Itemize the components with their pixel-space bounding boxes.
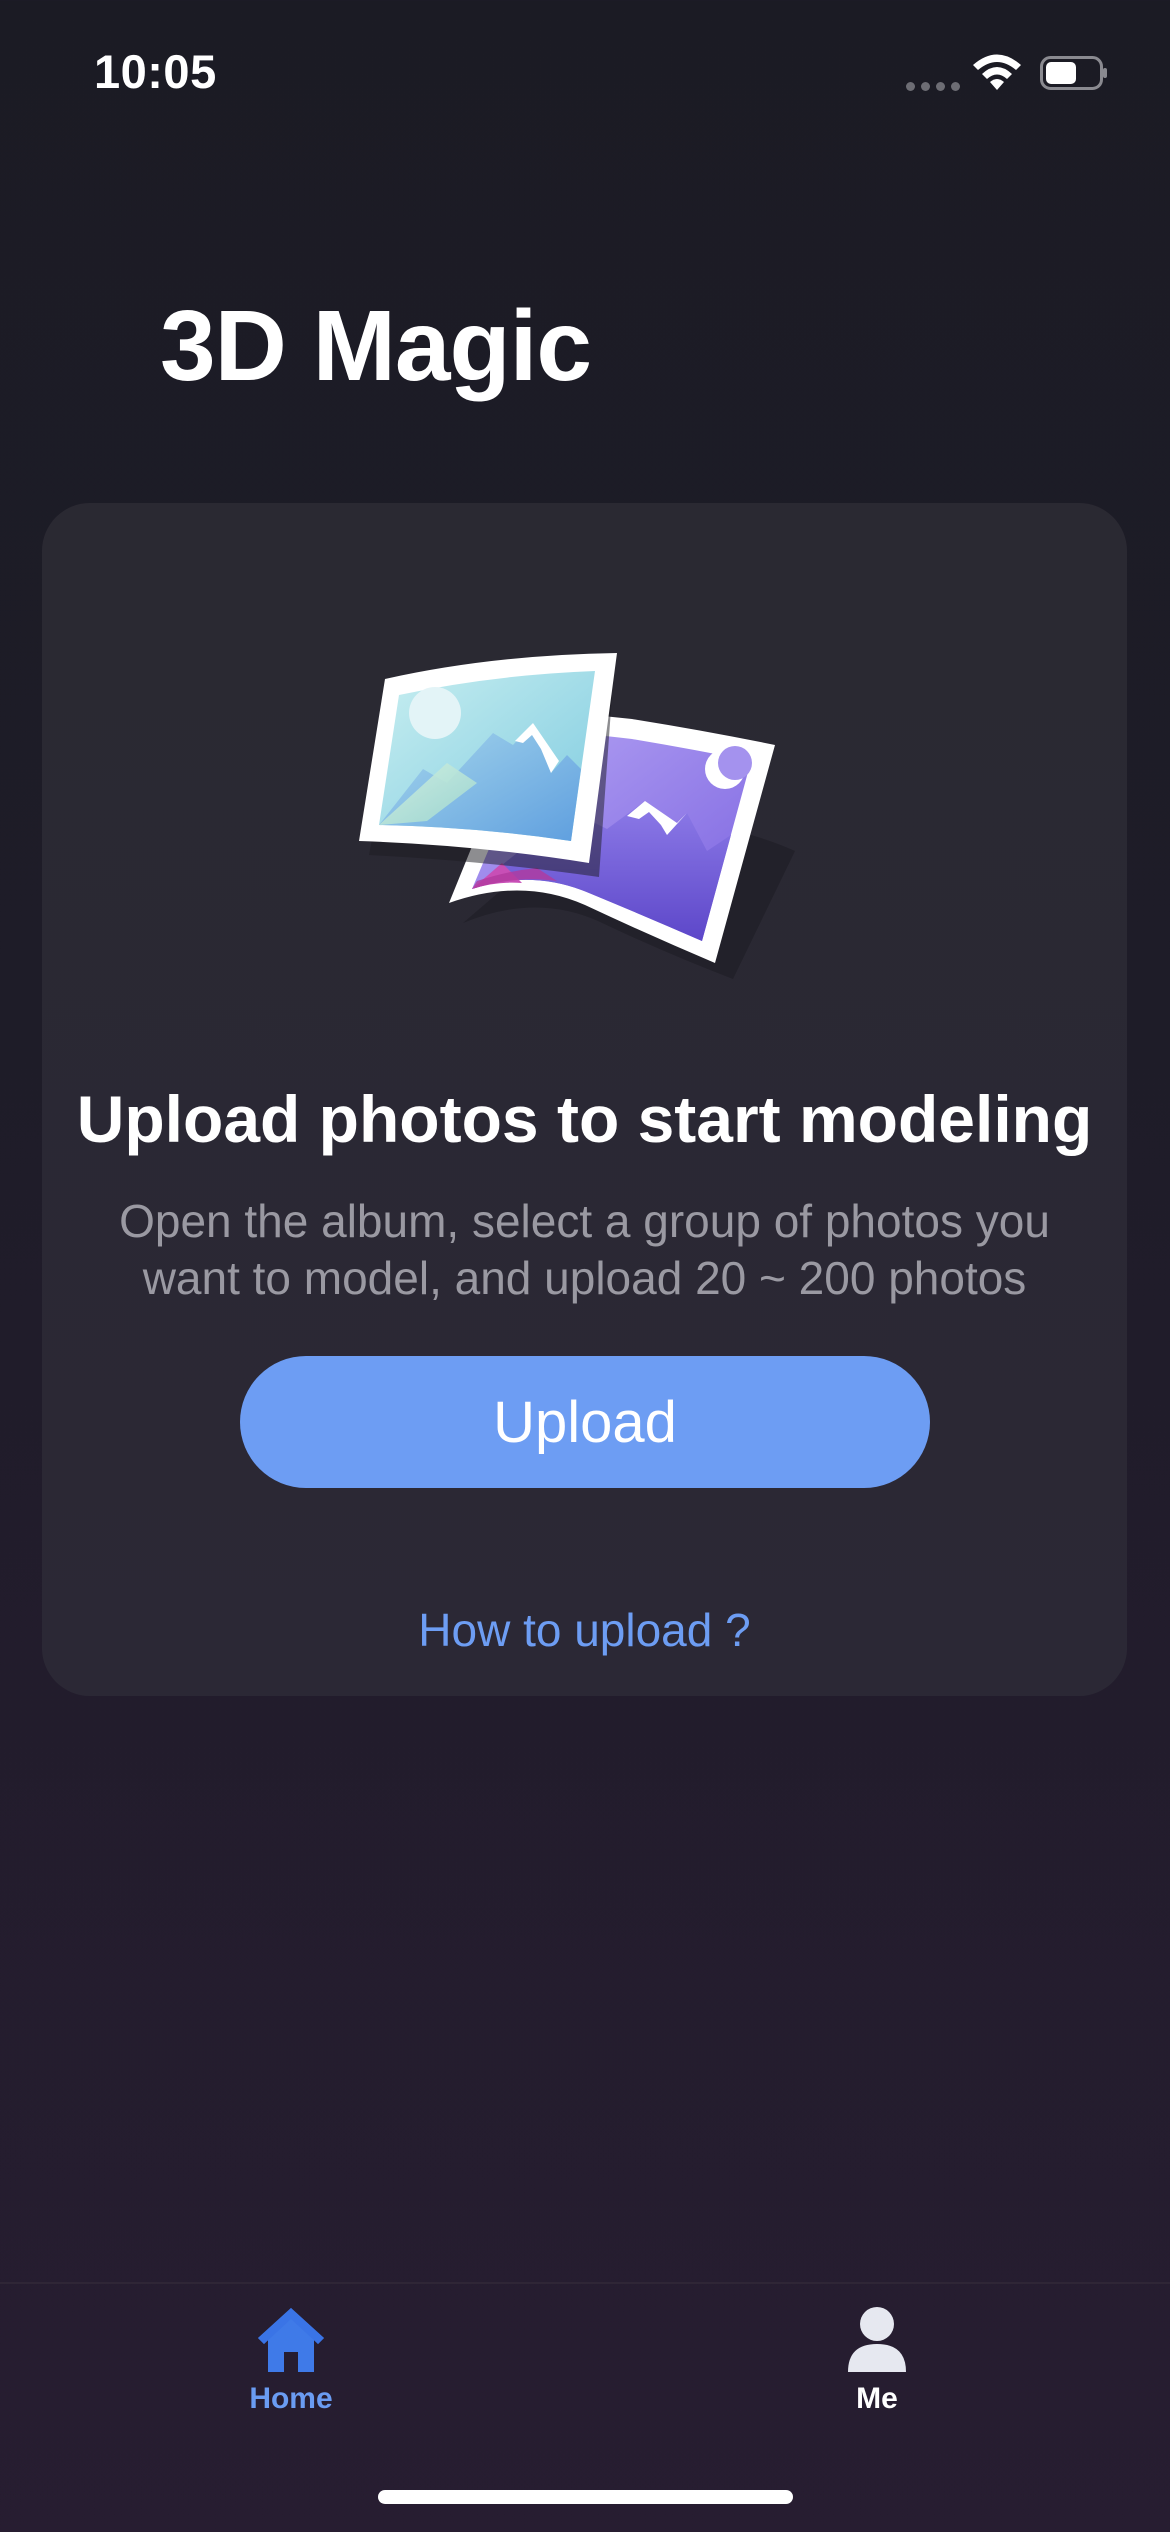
how-to-upload-link[interactable]: How to upload ?: [42, 1603, 1127, 1657]
tab-home-label: Home: [249, 2382, 333, 2415]
cellular-signal-icon: [906, 82, 960, 91]
home-indicator[interactable]: [378, 2490, 793, 2504]
tab-me-label: Me: [856, 2382, 898, 2415]
home-icon: [258, 2308, 324, 2372]
card-heading: Upload photos to start modeling: [76, 1082, 1093, 1156]
tab-home[interactable]: Home: [191, 2304, 391, 2416]
status-time: 10:05: [94, 45, 217, 98]
card-description: Open the album, select a group of photos…: [119, 1195, 1050, 1304]
upload-card: Upload photos to start modeling Open the…: [42, 503, 1127, 1696]
wifi-icon: [973, 54, 1021, 90]
battery-icon: [1040, 56, 1107, 90]
upload-button[interactable]: Upload: [240, 1356, 930, 1488]
tab-me[interactable]: Me: [777, 2304, 977, 2416]
person-icon: [848, 2307, 906, 2372]
status-bar: 10:05: [0, 0, 1170, 150]
page-title: 3D Magic: [160, 290, 592, 402]
photos-illustration: [359, 653, 795, 979]
